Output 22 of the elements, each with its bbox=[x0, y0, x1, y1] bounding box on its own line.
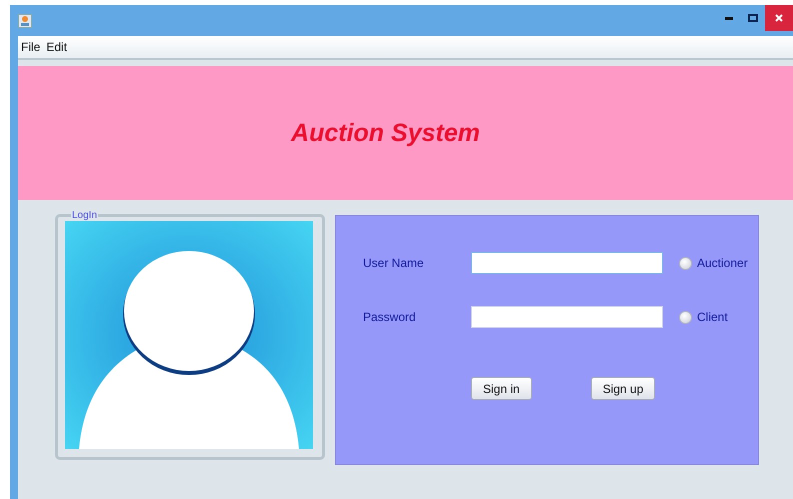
maximize-icon bbox=[748, 14, 758, 22]
close-icon bbox=[775, 14, 783, 22]
field-label: User Name bbox=[363, 256, 425, 270]
menu-item[interactable]: Edit bbox=[46, 40, 68, 54]
radio-label: Auctioner bbox=[697, 256, 748, 270]
radio-button[interactable] bbox=[679, 310, 692, 324]
app-icon bbox=[18, 14, 32, 28]
text-field[interactable] bbox=[471, 252, 663, 274]
field-label: Password bbox=[363, 310, 417, 324]
minimize-icon bbox=[725, 16, 733, 20]
app-title: Auction System bbox=[291, 118, 480, 148]
role-radio-option[interactable]: Auctioner bbox=[679, 256, 758, 270]
role-radio-option[interactable]: Client bbox=[679, 310, 758, 324]
menu-item[interactable]: File bbox=[21, 40, 40, 54]
group-title: LogIn bbox=[71, 210, 98, 221]
user-avatar-icon bbox=[65, 221, 313, 449]
form-button[interactable]: Sign up bbox=[590, 377, 656, 400]
text-field[interactable] bbox=[471, 306, 663, 328]
radio-button[interactable] bbox=[679, 256, 692, 270]
radio-label: Client bbox=[697, 310, 728, 324]
window-control-button[interactable] bbox=[765, 5, 793, 31]
form-button[interactable]: Sign in bbox=[471, 377, 532, 400]
